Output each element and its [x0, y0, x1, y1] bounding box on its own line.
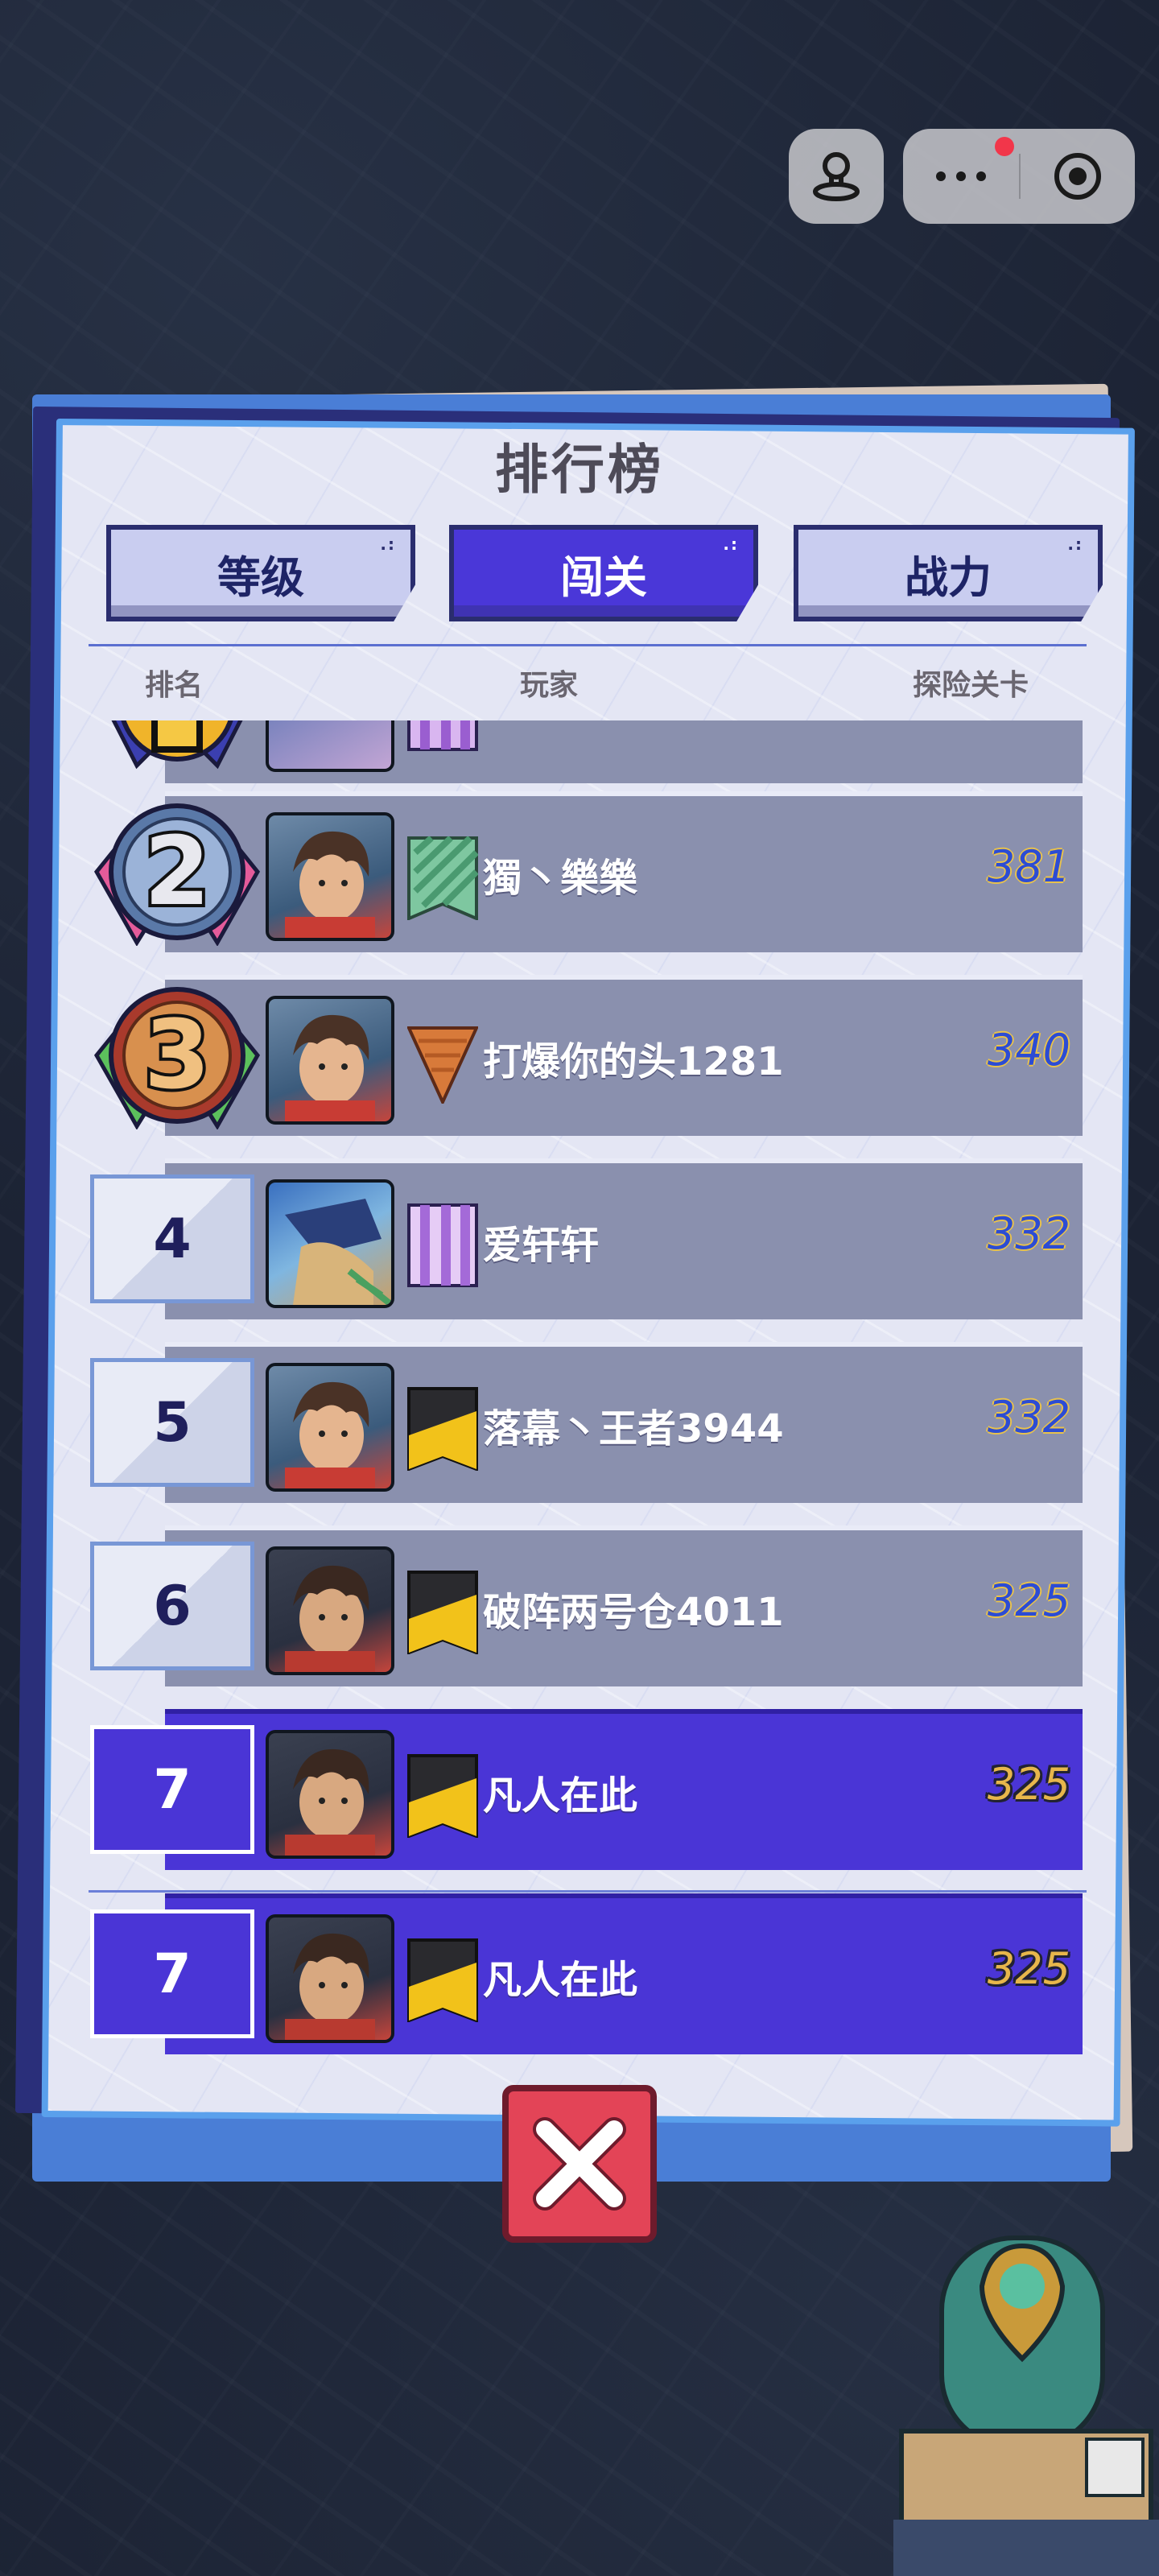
svg-text:2: 2: [144, 815, 210, 927]
joystick-icon: [813, 152, 860, 201]
header-divider: [89, 644, 1087, 646]
player-avatar: [266, 1546, 394, 1675]
map-building-icon: [893, 2235, 1159, 2576]
yellow-black-flag-icon: [407, 1571, 478, 1654]
column-player: 玩家: [520, 669, 579, 702]
hero-portrait-icon: [285, 831, 375, 938]
hero-portrait-icon: [285, 1565, 375, 1672]
player-avatar: [266, 720, 394, 772]
tab-power[interactable]: 战力 .:: [794, 525, 1103, 621]
hero-portrait-icon: [285, 1381, 375, 1488]
tab-stage[interactable]: 闯关 .:: [449, 525, 758, 621]
hero-portrait-icon: [285, 1014, 375, 1121]
player-name: 打爆你的头1281: [483, 1039, 784, 1084]
hero-portrait-icon: [285, 1933, 375, 2040]
leaderboard-list[interactable]: 2 獨丶樂樂 381 3 打爆你的头1281 340 4 爱轩轩 332 5 落…: [80, 720, 1095, 2089]
player-name: 凡人在此: [483, 1773, 638, 1818]
list-item-mine[interactable]: 7 凡人在此 325: [80, 1709, 1095, 1870]
exit-miniprogram-button[interactable]: [1021, 129, 1135, 224]
list-item[interactable]: 5 落幕丶王者3944 332: [80, 1342, 1095, 1503]
tab-corner-dots: .:: [380, 535, 396, 554]
rank-number: 7: [90, 1909, 254, 2038]
rank-number: 4: [90, 1174, 254, 1303]
tab-power-label: 战力: [905, 551, 992, 603]
player-name: 獨丶樂樂: [483, 856, 638, 901]
player-avatar: [266, 996, 394, 1125]
yellow-black-flag-icon: [407, 1938, 478, 2022]
svg-text:3: 3: [144, 999, 210, 1110]
rank-number: 6: [90, 1542, 254, 1670]
rank-number: 7: [90, 1725, 254, 1854]
purple-stripes-flag-icon: [407, 1203, 478, 1287]
notification-dot: [995, 137, 1014, 156]
my-rank-row[interactable]: 7 凡人在此 325: [80, 1893, 1095, 2054]
tab-level-label: 等级: [217, 551, 304, 603]
hero-portrait-icon: [285, 1748, 375, 1856]
armored-hero-icon: [285, 1199, 391, 1305]
target-record-icon: [1054, 153, 1101, 200]
stage-score: 340: [987, 1025, 1070, 1075]
list-item[interactable]: 4 爱轩轩 332: [80, 1158, 1095, 1319]
player-name: 破阵两号仓4011: [483, 1590, 784, 1635]
yellow-black-flag-icon: [407, 1387, 478, 1471]
player-avatar: [266, 1730, 394, 1859]
rank-number: 5: [90, 1358, 254, 1487]
bronze-medal-icon: 3: [93, 987, 261, 1129]
player-name: 爱轩轩: [483, 1223, 600, 1268]
miniprogram-capsule: [903, 129, 1135, 224]
column-rank: 排名: [145, 669, 204, 702]
game-controller-button[interactable]: [789, 129, 884, 224]
list-item[interactable]: 2 獨丶樂樂 381: [80, 791, 1095, 952]
yellow-black-flag-icon: [407, 1754, 478, 1838]
more-dots-icon: [936, 171, 986, 181]
player-avatar: [266, 812, 394, 941]
purple-stripes-flag-icon: [407, 720, 478, 751]
stage-score: 325: [987, 1943, 1070, 1994]
stage-score: 325: [987, 1575, 1070, 1626]
tab-shadow: [798, 605, 1098, 617]
tab-stage-label: 闯关: [560, 551, 647, 603]
tab-level[interactable]: 等级 .:: [106, 525, 415, 621]
orange-pennant-flag-icon: [407, 1026, 478, 1104]
player-avatar: [266, 1179, 394, 1308]
stage-score: 381: [987, 841, 1070, 892]
tab-shadow: [111, 605, 410, 617]
tab-corner-dots: .:: [1067, 535, 1083, 554]
list-item[interactable]: 6 破阵两号仓4011 325: [80, 1525, 1095, 1686]
tab-shadow: [454, 605, 753, 617]
column-stage: 探险关卡: [913, 669, 1029, 702]
player-name: 落幕丶王者3944: [483, 1406, 784, 1451]
close-button[interactable]: [502, 2085, 657, 2243]
more-button[interactable]: [903, 129, 1019, 224]
tab-corner-dots: .:: [723, 535, 739, 554]
list-item[interactable]: 3 打爆你的头1281 340: [80, 975, 1095, 1136]
player-name: 凡人在此: [483, 1958, 638, 2003]
list-item[interactable]: [80, 720, 1095, 783]
player-avatar: [266, 1914, 394, 2043]
close-x-icon: [533, 2117, 626, 2211]
gold-medal-icon: [111, 720, 243, 770]
stage-score: 325: [987, 1759, 1070, 1810]
stage-score: 332: [987, 1392, 1070, 1443]
player-avatar: [266, 1363, 394, 1492]
green-diagonal-flag-icon: [407, 836, 478, 920]
stage-score: 332: [987, 1208, 1070, 1259]
my-rank-divider: [89, 1890, 1087, 1893]
silver-medal-icon: 2: [93, 803, 261, 946]
leaderboard-title: 排行榜: [495, 439, 664, 501]
